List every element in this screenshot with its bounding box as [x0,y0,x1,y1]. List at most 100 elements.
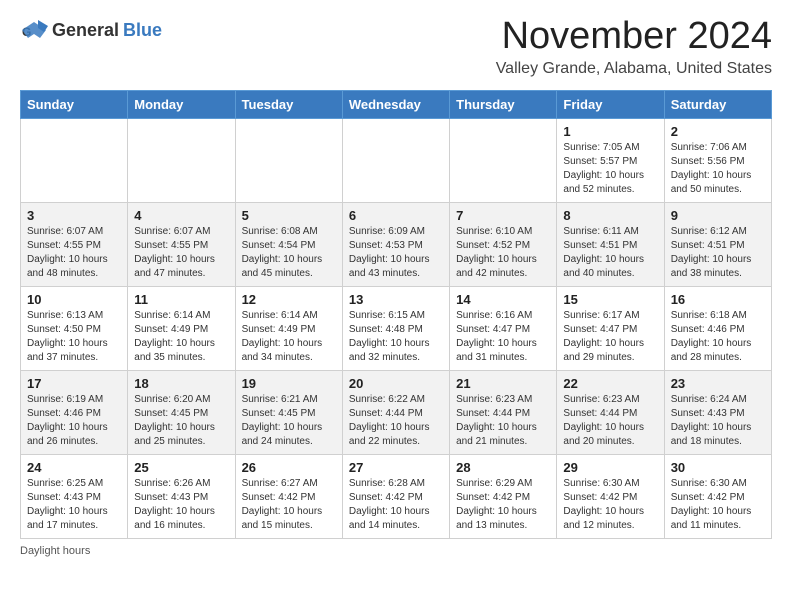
calendar-cell: 23 Sunrise: 6:24 AM Sunset: 4:43 PM Dayli… [664,370,771,454]
calendar-cell: 21 Sunrise: 6:23 AM Sunset: 4:44 PM Dayli… [450,370,557,454]
day-number: 1 [563,124,657,139]
day-info: Sunrise: 6:24 AM Sunset: 4:43 PM Dayligh… [671,393,765,449]
logo-blue: Blue [123,20,162,41]
calendar-cell: 11 Sunrise: 6:14 AM Sunset: 4:49 PM Dayli… [128,286,235,370]
footer-note: Daylight hours [20,545,772,557]
day-number: 3 [27,208,121,223]
calendar-day-header: Tuesday [235,90,342,118]
logo-general: General [52,20,119,41]
calendar-cell [235,118,342,202]
day-number: 26 [242,460,336,475]
day-number: 14 [456,292,550,307]
calendar-cell: 10Sunrise: 6:13 AM Sunset: 4:50 PM Dayli… [21,286,128,370]
calendar-day-header: Sunday [21,90,128,118]
calendar-cell: 22 Sunrise: 6:23 AM Sunset: 4:44 PM Dayli… [557,370,664,454]
calendar-cell: 25 Sunrise: 6:26 AM Sunset: 4:43 PM Dayli… [128,454,235,538]
day-number: 7 [456,208,550,223]
title-section: November 2024 Valley Grande, Alabama, Un… [496,16,772,78]
day-info: Sunrise: 6:25 AM Sunset: 4:43 PM Dayligh… [27,477,121,533]
day-info: Sunrise: 6:27 AM Sunset: 4:42 PM Dayligh… [242,477,336,533]
day-info: Sunrise: 6:14 AM Sunset: 4:49 PM Dayligh… [242,309,336,365]
day-number: 21 [456,376,550,391]
day-info: Sunrise: 7:06 AM Sunset: 5:56 PM Dayligh… [671,141,765,197]
day-number: 28 [456,460,550,475]
calendar-header-row: SundayMondayTuesdayWednesdayThursdayFrid… [21,90,772,118]
calendar-cell: 16 Sunrise: 6:18 AM Sunset: 4:46 PM Dayli… [664,286,771,370]
day-number: 9 [671,208,765,223]
day-number: 4 [134,208,228,223]
day-info: Sunrise: 6:23 AM Sunset: 4:44 PM Dayligh… [456,393,550,449]
calendar-day-header: Wednesday [342,90,449,118]
day-number: 25 [134,460,228,475]
calendar-cell: 13 Sunrise: 6:15 AM Sunset: 4:48 PM Dayli… [342,286,449,370]
calendar-cell [128,118,235,202]
day-number: 12 [242,292,336,307]
day-number: 22 [563,376,657,391]
day-info: Sunrise: 6:18 AM Sunset: 4:46 PM Dayligh… [671,309,765,365]
calendar-cell: 24 Sunrise: 6:25 AM Sunset: 4:43 PM Dayli… [21,454,128,538]
day-number: 13 [349,292,443,307]
logo: G GeneralBlue [20,16,162,44]
calendar-table: SundayMondayTuesdayWednesdayThursdayFrid… [20,90,772,539]
calendar-cell: 7 Sunrise: 6:10 AM Sunset: 4:52 PM Daylig… [450,202,557,286]
day-info: Sunrise: 6:30 AM Sunset: 4:42 PM Dayligh… [563,477,657,533]
calendar-cell: 28Sunrise: 6:29 AM Sunset: 4:42 PM Dayli… [450,454,557,538]
calendar-cell: 26 Sunrise: 6:27 AM Sunset: 4:42 PM Dayli… [235,454,342,538]
calendar-day-header: Saturday [664,90,771,118]
day-number: 16 [671,292,765,307]
calendar-cell [450,118,557,202]
calendar-day-header: Thursday [450,90,557,118]
calendar-cell [342,118,449,202]
calendar-cell: 17Sunrise: 6:19 AM Sunset: 4:46 PM Dayli… [21,370,128,454]
day-number: 24 [27,460,121,475]
day-number: 18 [134,376,228,391]
calendar-cell: 5 Sunrise: 6:08 AM Sunset: 4:54 PM Daylig… [235,202,342,286]
day-info: Sunrise: 6:07 AM Sunset: 4:55 PM Dayligh… [134,225,228,281]
calendar-cell: 9Sunrise: 6:12 AM Sunset: 4:51 PM Daylig… [664,202,771,286]
calendar-cell: 30 Sunrise: 6:30 AM Sunset: 4:42 PM Dayli… [664,454,771,538]
calendar-cell: 1Sunrise: 7:05 AM Sunset: 5:57 PM Daylig… [557,118,664,202]
day-number: 2 [671,124,765,139]
calendar-cell: 27 Sunrise: 6:28 AM Sunset: 4:42 PM Dayli… [342,454,449,538]
calendar-cell: 12 Sunrise: 6:14 AM Sunset: 4:49 PM Dayli… [235,286,342,370]
logo-wrapper: G GeneralBlue [20,16,162,44]
calendar-cell: 2 Sunrise: 7:06 AM Sunset: 5:56 PM Daylig… [664,118,771,202]
day-number: 11 [134,292,228,307]
day-info: Sunrise: 6:19 AM Sunset: 4:46 PM Dayligh… [27,393,121,449]
day-number: 30 [671,460,765,475]
day-info: Sunrise: 6:08 AM Sunset: 4:54 PM Dayligh… [242,225,336,281]
calendar-cell: 19Sunrise: 6:21 AM Sunset: 4:45 PM Dayli… [235,370,342,454]
page-wrapper: G GeneralBlue November 2024 Valley Grand… [20,16,772,557]
day-info: Sunrise: 6:30 AM Sunset: 4:42 PM Dayligh… [671,477,765,533]
day-info: Sunrise: 6:09 AM Sunset: 4:53 PM Dayligh… [349,225,443,281]
calendar-week-row: 24 Sunrise: 6:25 AM Sunset: 4:43 PM Dayli… [21,454,772,538]
day-info: Sunrise: 6:10 AM Sunset: 4:52 PM Dayligh… [456,225,550,281]
day-number: 19 [242,376,336,391]
day-info: Sunrise: 6:23 AM Sunset: 4:44 PM Dayligh… [563,393,657,449]
day-info: Sunrise: 6:26 AM Sunset: 4:43 PM Dayligh… [134,477,228,533]
day-number: 5 [242,208,336,223]
calendar-day-header: Monday [128,90,235,118]
day-info: Sunrise: 6:14 AM Sunset: 4:49 PM Dayligh… [134,309,228,365]
day-info: Sunrise: 6:15 AM Sunset: 4:48 PM Dayligh… [349,309,443,365]
calendar-cell [21,118,128,202]
day-number: 10 [27,292,121,307]
day-number: 15 [563,292,657,307]
day-info: Sunrise: 6:28 AM Sunset: 4:42 PM Dayligh… [349,477,443,533]
calendar-cell: 8Sunrise: 6:11 AM Sunset: 4:51 PM Daylig… [557,202,664,286]
calendar-cell: 14 Sunrise: 6:16 AM Sunset: 4:47 PM Dayli… [450,286,557,370]
calendar-week-row: 17Sunrise: 6:19 AM Sunset: 4:46 PM Dayli… [21,370,772,454]
day-info: Sunrise: 6:20 AM Sunset: 4:45 PM Dayligh… [134,393,228,449]
calendar-cell: 3 Sunrise: 6:07 AM Sunset: 4:55 PM Daylig… [21,202,128,286]
day-info: Sunrise: 6:22 AM Sunset: 4:44 PM Dayligh… [349,393,443,449]
day-info: Sunrise: 6:11 AM Sunset: 4:51 PM Dayligh… [563,225,657,281]
day-info: Sunrise: 6:16 AM Sunset: 4:47 PM Dayligh… [456,309,550,365]
month-title: November 2024 [496,16,772,58]
location-title: Valley Grande, Alabama, United States [496,60,772,78]
day-info: Sunrise: 6:07 AM Sunset: 4:55 PM Dayligh… [27,225,121,281]
logo-icon: G [20,16,48,44]
calendar-cell: 18 Sunrise: 6:20 AM Sunset: 4:45 PM Dayli… [128,370,235,454]
day-number: 23 [671,376,765,391]
day-number: 27 [349,460,443,475]
day-number: 29 [563,460,657,475]
